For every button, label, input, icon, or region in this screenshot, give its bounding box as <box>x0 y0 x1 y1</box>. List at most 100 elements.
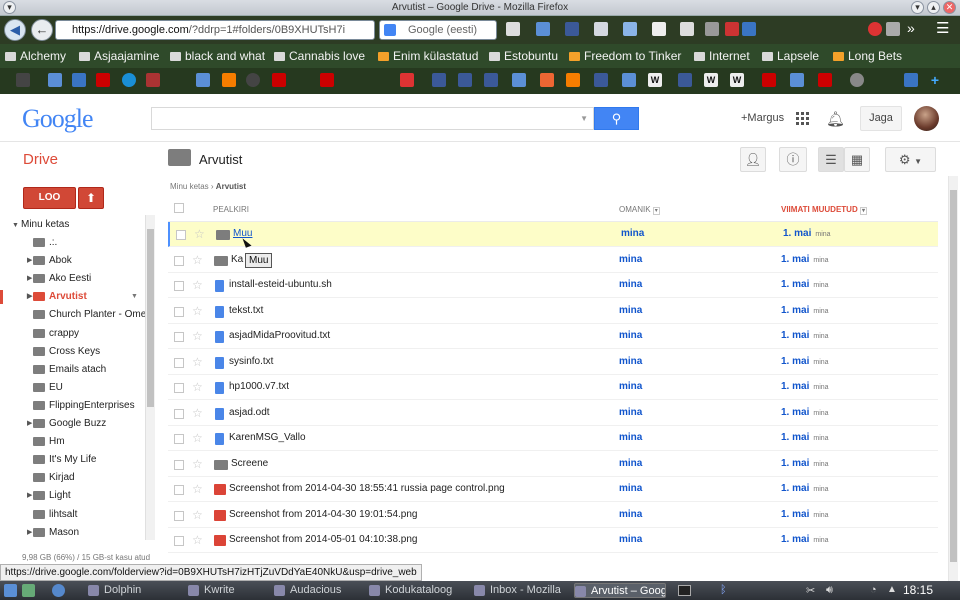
file-owner[interactable]: mina <box>619 483 642 494</box>
file-row[interactable]: ☆ asjad.odt mina 1. mai mina <box>168 401 938 426</box>
notification-icon[interactable] <box>868 22 882 36</box>
star-icon[interactable]: ☆ <box>192 457 203 471</box>
file-name[interactable]: asjadMidaProovitud.txt <box>229 330 330 341</box>
facebook-icon[interactable] <box>484 73 498 87</box>
bookmark-item[interactable]: Internet <box>694 49 750 63</box>
taskbar-task[interactable]: Kwrite <box>188 583 270 598</box>
file-row[interactable]: ☆ Ka mina 1. mai mina <box>168 248 938 273</box>
terminal-tray-icon[interactable] <box>678 585 691 596</box>
bookmark-item[interactable]: Lapsele <box>762 49 819 63</box>
wifi-icon[interactable]: ◔ <box>870 584 877 596</box>
close-icon[interactable]: ✕ <box>943 1 956 14</box>
wordpress-icon[interactable] <box>246 73 260 87</box>
bookmark-item[interactable]: Estobuntu <box>489 49 558 63</box>
close-sidebar-icon[interactable] <box>850 73 864 87</box>
search-button[interactable]: ⚲ <box>594 107 639 130</box>
adblock-icon[interactable] <box>725 22 739 36</box>
scrollbar-thumb[interactable] <box>147 229 154 407</box>
column-modified[interactable]: VIIMATI MUUDETUD ▾ <box>781 205 867 215</box>
bookmark-item[interactable]: Freedom to Tinker <box>569 49 681 63</box>
file-owner[interactable]: mina <box>621 228 644 239</box>
toolbar-extension-icon[interactable] <box>536 22 550 36</box>
row-checkbox[interactable] <box>174 536 184 546</box>
sidebar-folder-item[interactable]: ▶ Arvutist ▼ <box>26 288 138 306</box>
maximize-icon[interactable]: ▴ <box>927 1 940 14</box>
row-checkbox[interactable] <box>174 485 184 495</box>
star-icon[interactable]: ☆ <box>192 380 203 394</box>
file-name[interactable]: Screenshot from 2014-05-01 04:10:38.png <box>229 534 417 545</box>
toolbar-extension-icon[interactable] <box>705 22 719 36</box>
bookmark-item[interactable]: Enim külastatud <box>378 49 478 63</box>
taskbar-task[interactable]: Audacious <box>274 583 364 598</box>
file-name[interactable]: Ka <box>231 254 243 265</box>
quick-launch-icon[interactable] <box>22 584 35 597</box>
youtube-icon[interactable] <box>762 73 776 87</box>
bookmark-icon[interactable] <box>566 73 580 87</box>
file-owner[interactable]: mina <box>619 458 642 469</box>
file-row[interactable]: ☆ Screene mina 1. mai mina <box>168 452 938 477</box>
file-row[interactable]: ☆ sysinfo.txt mina 1. mai mina <box>168 350 938 375</box>
bookmark-icon[interactable] <box>540 73 554 87</box>
file-owner[interactable]: mina <box>619 305 642 316</box>
column-owner[interactable]: OMANIK ▾ <box>619 205 660 215</box>
file-row[interactable]: ☆ Muu mina 1. mai mina <box>168 222 938 247</box>
file-name[interactable]: Screenshot from 2014-04-30 18:55:41 russ… <box>229 483 505 494</box>
add-bookmark-icon[interactable]: + <box>928 73 942 87</box>
bookmark-item[interactable]: Asjaajamine <box>79 49 159 63</box>
breadcrumb-root[interactable]: Minu ketas <box>170 182 209 191</box>
bookmark-icon[interactable] <box>904 73 918 87</box>
google-search-engine-icon[interactable] <box>384 24 396 36</box>
taskbar-task[interactable]: Inbox - Mozilla <box>474 583 569 598</box>
star-icon[interactable]: ☆ <box>192 482 203 496</box>
youtube-icon[interactable] <box>818 73 832 87</box>
drive-app-title[interactable]: Drive <box>23 151 58 168</box>
bookmark-item[interactable]: Cannabis love <box>274 49 365 63</box>
sidebar-folder-item[interactable]: Kirjad <box>26 469 75 487</box>
download-icon[interactable] <box>680 22 694 36</box>
google-logo[interactable]: Google <box>22 104 94 134</box>
bookmark-icon[interactable] <box>512 73 526 87</box>
youtube-icon[interactable] <box>320 73 334 87</box>
file-owner[interactable]: mina <box>619 381 642 392</box>
file-name[interactable]: hp1000.v7.txt <box>229 381 289 392</box>
row-checkbox[interactable] <box>174 281 184 291</box>
file-owner[interactable]: mina <box>619 356 642 367</box>
bookmark-item[interactable]: black and what <box>170 49 265 63</box>
file-owner[interactable]: mina <box>619 509 642 520</box>
hamburger-menu-icon[interactable]: ☰ <box>936 19 949 37</box>
select-all-checkbox[interactable] <box>174 203 184 213</box>
sidebar-scrollbar[interactable] <box>145 215 155 540</box>
file-name[interactable]: tekst.txt <box>229 305 263 316</box>
file-owner[interactable]: mina <box>619 432 642 443</box>
scissors-icon[interactable]: ✂ <box>806 584 815 597</box>
sidebar-folder-item[interactable]: lihtsalt <box>26 506 77 524</box>
star-icon[interactable]: ☆ <box>192 253 203 267</box>
sidebar-folder-item[interactable]: Hm <box>26 433 65 451</box>
taskbar-task[interactable]: Kodukataloog <box>369 583 469 598</box>
bookmark-item[interactable]: Alchemy <box>5 49 66 63</box>
clock[interactable]: 18:15 <box>903 583 933 597</box>
row-checkbox[interactable] <box>176 230 186 240</box>
star-icon[interactable]: ☆ <box>192 355 203 369</box>
back-arrow-icon[interactable]: ← <box>31 19 53 41</box>
bookmark-icon[interactable] <box>146 73 160 87</box>
file-name[interactable]: asjad.odt <box>229 407 270 418</box>
file-owner[interactable]: mina <box>619 279 642 290</box>
browser-search-field[interactable]: Google (eesti) <box>379 20 497 40</box>
taskbar-task[interactable]: Arvutist – Goog <box>574 583 666 598</box>
bookmark-item[interactable]: Long Bets <box>833 49 902 63</box>
expand-arrow-icon[interactable]: ▶ <box>27 252 32 270</box>
file-owner[interactable]: mina <box>619 407 642 418</box>
taskbar-task[interactable]: Dolphin <box>88 583 180 598</box>
star-icon[interactable]: ☆ <box>192 406 203 420</box>
sidebar-folder-item[interactable]: EU <box>26 379 63 397</box>
overflow-chevron-icon[interactable]: » <box>907 20 915 36</box>
facebook-icon[interactable] <box>594 73 608 87</box>
gmail-icon[interactable] <box>400 73 414 87</box>
star-icon[interactable]: ☆ <box>192 278 203 292</box>
row-checkbox[interactable] <box>174 332 184 342</box>
file-owner[interactable]: mina <box>619 534 642 545</box>
sidebar-folder-item[interactable]: ▶ Mason <box>26 524 79 540</box>
google-plus-profile-link[interactable]: +Margus <box>741 112 784 124</box>
wikipedia-icon[interactable]: W <box>704 73 718 87</box>
